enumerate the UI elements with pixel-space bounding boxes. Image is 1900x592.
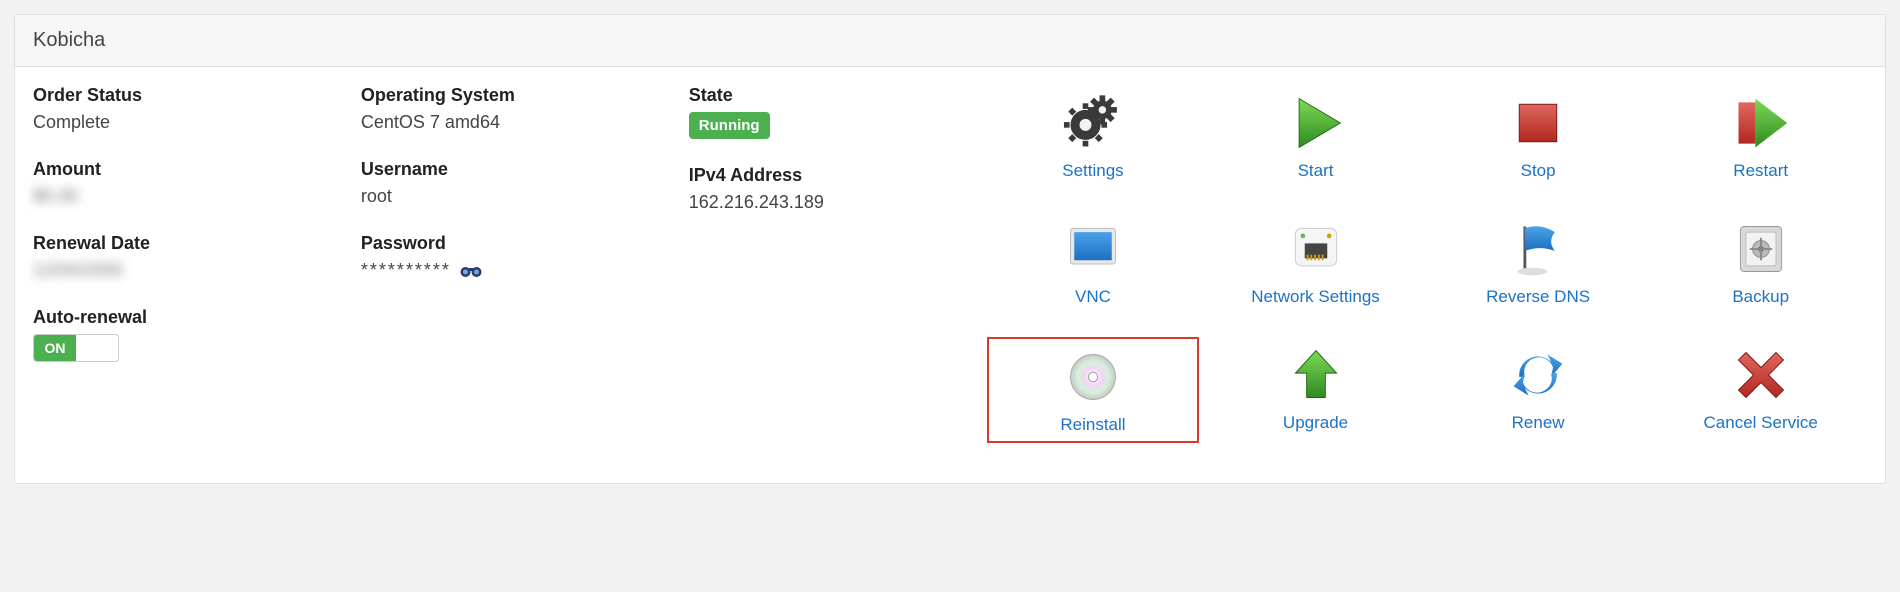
rdns-icon [1506,217,1570,281]
upgrade-label: Upgrade [1283,413,1348,433]
restart-icon [1729,91,1793,155]
renewal-date-value: 12/04/2050 [33,260,331,281]
field-username: Username root [361,159,659,207]
action-vnc[interactable]: VNC [987,211,1200,313]
info-area: Order Status Complete Amount $5.00 Renew… [33,85,987,443]
amount-label: Amount [33,159,331,180]
rdns-label: Reverse DNS [1486,287,1590,307]
renew-icon [1506,343,1570,407]
backup-icon [1729,217,1793,281]
auto-renewal-toggle[interactable]: ON [33,334,119,362]
field-renewal-date: Renewal Date 12/04/2050 [33,233,331,281]
action-network[interactable]: Network Settings [1209,211,1422,313]
start-label: Start [1298,161,1334,181]
password-label: Password [361,233,659,254]
action-cancel[interactable]: Cancel Service [1654,337,1867,443]
info-col-3: State Running IPv4 Address 162.216.243.1… [689,85,987,443]
field-state: State Running [689,85,987,139]
cancel-label: Cancel Service [1704,413,1818,433]
field-amount: Amount $5.00 [33,159,331,207]
start-icon [1284,91,1348,155]
auto-renewal-label: Auto-renewal [33,307,331,328]
stop-label: Stop [1521,161,1556,181]
action-backup[interactable]: Backup [1654,211,1867,313]
reinstall-label: Reinstall [1060,415,1125,435]
network-icon [1284,217,1348,281]
action-start[interactable]: Start [1209,85,1422,187]
ipv4-value: 162.216.243.189 [689,192,987,213]
panel-body: Order Status Complete Amount $5.00 Renew… [15,67,1885,483]
backup-label: Backup [1732,287,1789,307]
restart-label: Restart [1733,161,1788,181]
cancel-icon [1729,343,1793,407]
stop-icon [1506,91,1570,155]
upgrade-icon [1284,343,1348,407]
settings-label: Settings [1062,161,1123,181]
amount-value: $5.00 [33,186,331,207]
toggle-on-label: ON [34,335,76,361]
action-rdns[interactable]: Reverse DNS [1432,211,1645,313]
password-value: ********** [361,260,451,281]
renewal-date-label: Renewal Date [33,233,331,254]
reinstall-icon [1061,345,1125,409]
action-restart[interactable]: Restart [1654,85,1867,187]
info-col-2: Operating System CentOS 7 amd64 Username… [361,85,659,443]
page-title: Kobicha [15,15,1885,67]
os-value: CentOS 7 amd64 [361,112,659,133]
field-auto-renewal: Auto-renewal ON [33,307,331,362]
toggle-knob [76,335,118,361]
os-label: Operating System [361,85,659,106]
order-status-label: Order Status [33,85,331,106]
field-ipv4: IPv4 Address 162.216.243.189 [689,165,987,213]
action-upgrade[interactable]: Upgrade [1209,337,1422,443]
server-panel: Kobicha Order Status Complete Amount $5.… [14,14,1886,484]
vnc-label: VNC [1075,287,1111,307]
vnc-icon [1061,217,1125,281]
action-settings[interactable]: Settings [987,85,1200,187]
renew-label: Renew [1512,413,1565,433]
field-os: Operating System CentOS 7 amd64 [361,85,659,133]
order-status-value: Complete [33,112,331,133]
field-order-status: Order Status Complete [33,85,331,133]
username-value: root [361,186,659,207]
network-label: Network Settings [1251,287,1380,307]
settings-icon [1061,91,1125,155]
field-password: Password ********** [361,233,659,281]
action-stop[interactable]: Stop [1432,85,1645,187]
reveal-password-icon[interactable] [459,262,483,280]
info-col-1: Order Status Complete Amount $5.00 Renew… [33,85,331,443]
actions-grid: Settings Start Stop Restart VNC Networ [987,85,1867,443]
action-renew[interactable]: Renew [1432,337,1645,443]
ipv4-label: IPv4 Address [689,165,987,186]
action-reinstall[interactable]: Reinstall [987,337,1200,443]
username-label: Username [361,159,659,180]
state-label: State [689,85,987,106]
state-badge: Running [689,112,770,139]
